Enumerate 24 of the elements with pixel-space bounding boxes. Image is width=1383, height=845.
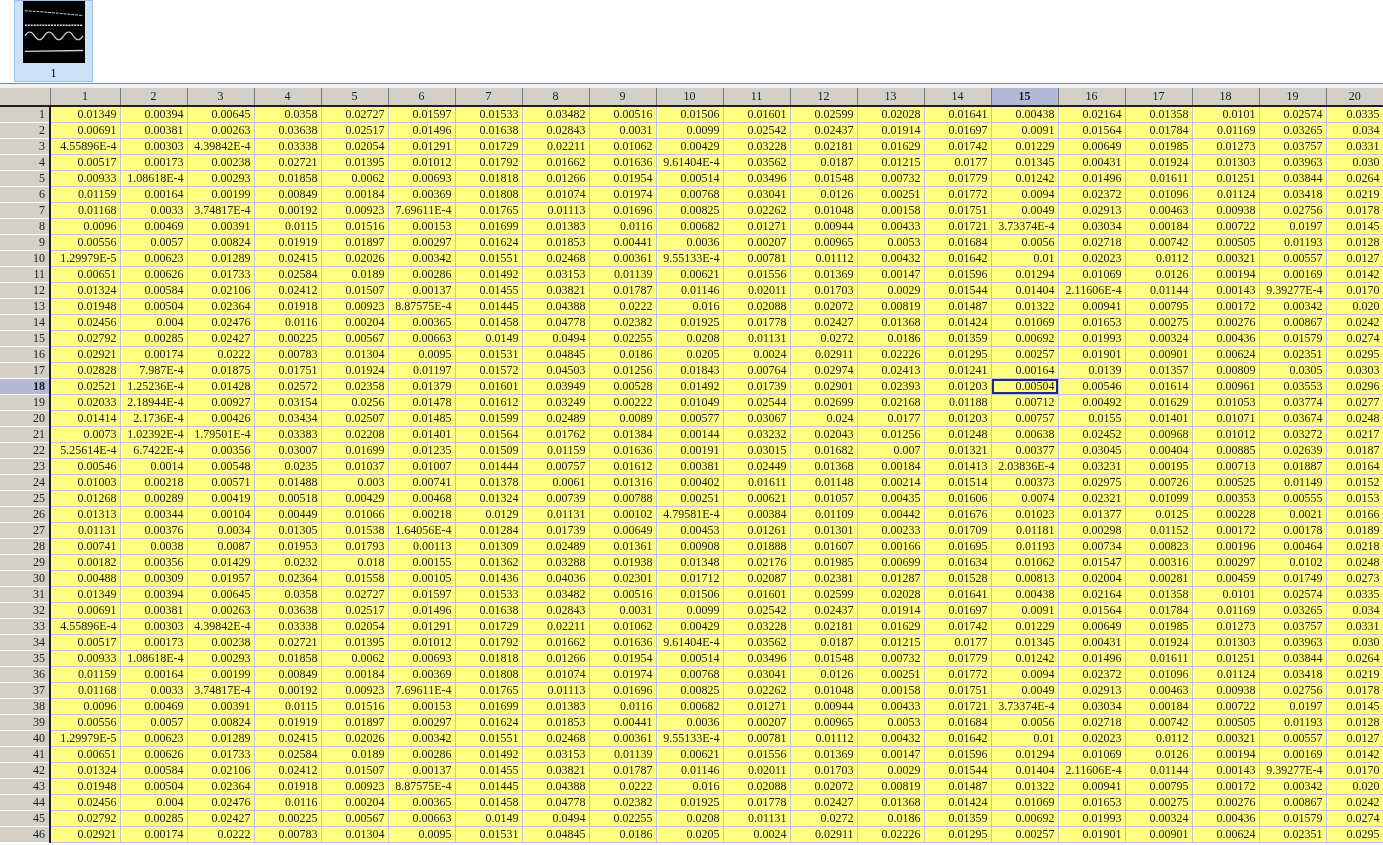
corner-header[interactable]	[0, 88, 50, 106]
column-header[interactable]: 8	[522, 88, 589, 106]
column-header[interactable]: 3	[187, 88, 254, 106]
column-header[interactable]: 17	[1125, 88, 1192, 106]
column-header[interactable]: 5	[321, 88, 388, 106]
column-header[interactable]: 19	[1259, 88, 1326, 106]
column-header[interactable]: 2	[120, 88, 187, 106]
waveform-drawing	[21, 1, 86, 63]
thumbnail-label: 1	[50, 66, 57, 81]
column-header[interactable]: 10	[656, 88, 723, 106]
column-header[interactable]: 12	[790, 88, 857, 106]
column-header[interactable]: 20	[1326, 88, 1383, 106]
column-header[interactable]: 6	[388, 88, 455, 106]
column-header[interactable]: 11	[723, 88, 790, 106]
column-header[interactable]: 9	[589, 88, 656, 106]
column-header[interactable]: 18	[1192, 88, 1259, 106]
column-header[interactable]: 4	[254, 88, 321, 106]
column-header[interactable]: 14	[924, 88, 991, 106]
column-header[interactable]: 1	[50, 88, 120, 106]
plot-thumbnail[interactable]: 1	[14, 0, 93, 82]
column-header[interactable]: 15	[991, 88, 1058, 106]
column-header[interactable]: 16	[1058, 88, 1125, 106]
column-header[interactable]: 7	[455, 88, 522, 106]
column-header[interactable]: 13	[857, 88, 924, 106]
